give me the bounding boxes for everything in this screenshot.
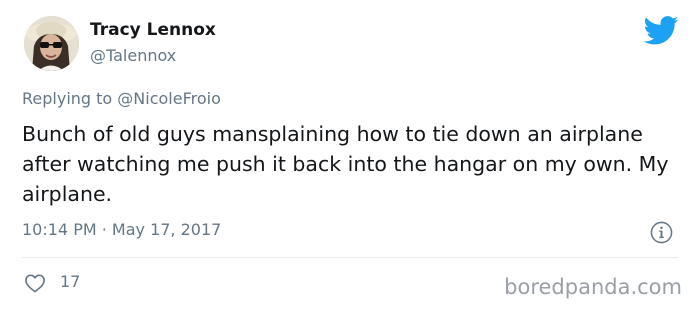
tweet-timestamp[interactable]: 10:14 PM · May 17, 2017 [22,220,221,239]
tweet-card: Tracy Lennox @Talennox Replying to @Nico… [0,0,700,311]
reply-prefix: Replying to [22,89,118,108]
info-icon[interactable] [650,221,673,244]
display-name[interactable]: Tracy Lennox [90,20,216,40]
heart-icon[interactable] [24,273,46,293]
user-handle[interactable]: @Talennox [90,46,176,65]
like-count: 17 [60,272,81,291]
watermark: boredpanda.com [504,275,682,299]
avatar[interactable] [24,16,79,71]
avatar-image [24,16,79,71]
reply-context: Replying to @NicoleFroio [22,89,221,108]
divider [22,257,678,258]
tweet-text: Bunch of old guys mansplaining how to ti… [22,122,669,206]
reply-mention-link[interactable]: @NicoleFroio [117,89,221,108]
twitter-bird-icon[interactable] [644,16,679,45]
